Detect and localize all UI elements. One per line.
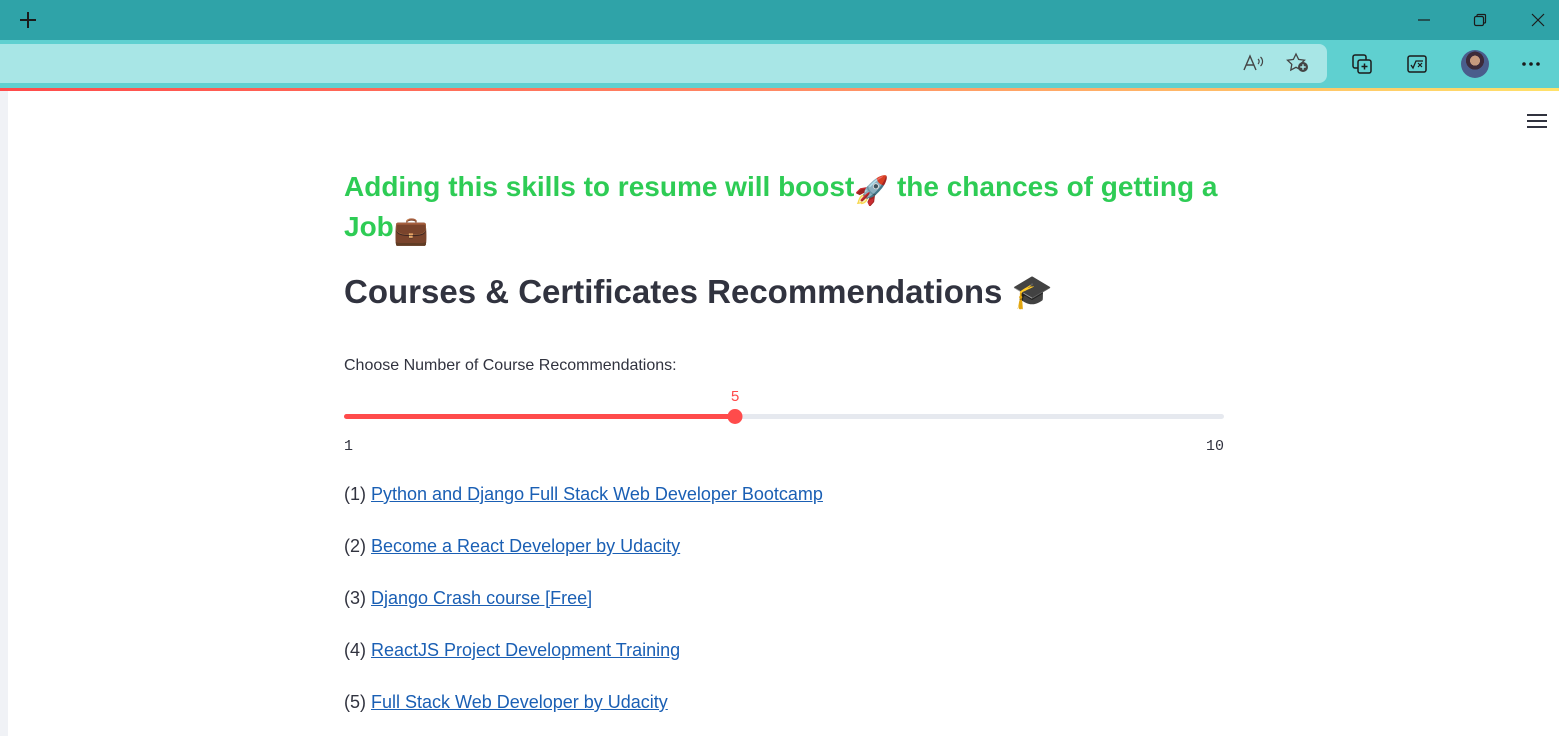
minimize-icon bbox=[1418, 19, 1430, 21]
course-link[interactable]: Django Crash course [Free] bbox=[371, 588, 592, 608]
address-bar[interactable] bbox=[0, 44, 1327, 83]
restore-button[interactable] bbox=[1452, 0, 1508, 40]
course-index: (2) bbox=[344, 536, 366, 556]
read-aloud-button[interactable] bbox=[1238, 49, 1268, 77]
course-item: (5) Full Stack Web Developer by Udacity bbox=[344, 692, 668, 713]
close-button[interactable] bbox=[1510, 0, 1559, 40]
restore-icon bbox=[1473, 13, 1487, 27]
course-item: (3) Django Crash course [Free] bbox=[344, 588, 592, 609]
hamburger-icon-line bbox=[1527, 120, 1547, 122]
collections-icon bbox=[1352, 54, 1372, 74]
more-button[interactable] bbox=[1516, 50, 1546, 78]
course-link[interactable]: Full Stack Web Developer by Udacity bbox=[371, 692, 668, 712]
course-item: (4) ReactJS Project Development Training bbox=[344, 640, 680, 661]
add-favorite-icon bbox=[1286, 52, 1308, 72]
course-index: (4) bbox=[344, 640, 366, 660]
hamburger-icon bbox=[1527, 114, 1547, 116]
course-index: (1) bbox=[344, 484, 366, 504]
slider-min-label: 1 bbox=[344, 438, 354, 455]
add-favorite-button[interactable] bbox=[1283, 49, 1313, 77]
course-link[interactable]: Python and Django Full Stack Web Develop… bbox=[371, 484, 823, 504]
course-link[interactable]: ReactJS Project Development Training bbox=[371, 640, 680, 660]
slider-thumb[interactable] bbox=[727, 409, 743, 424]
read-aloud-icon bbox=[1243, 54, 1264, 71]
hamburger-icon-line bbox=[1527, 126, 1547, 128]
profile-avatar[interactable] bbox=[1461, 50, 1489, 78]
section-title: Courses & Certificates Recommendations 🎓 bbox=[344, 271, 1053, 313]
headline-text-1: Adding this skills to resume will boost bbox=[344, 171, 855, 202]
browser-titlebar bbox=[0, 0, 1559, 40]
course-item: (1) Python and Django Full Stack Web Dev… bbox=[344, 484, 823, 505]
more-icon bbox=[1522, 62, 1540, 66]
slider-fill bbox=[344, 414, 736, 419]
course-index: (5) bbox=[344, 692, 366, 712]
slider-value-label: 5 bbox=[730, 389, 740, 406]
new-tab-button[interactable] bbox=[10, 4, 46, 36]
course-link[interactable]: Become a React Developer by Udacity bbox=[371, 536, 680, 556]
section-title-text: Courses & Certificates Recommendations bbox=[344, 273, 1003, 310]
sidebar-edge bbox=[0, 91, 8, 736]
slider-track[interactable] bbox=[344, 414, 1224, 419]
slider-max-label: 10 bbox=[1205, 438, 1224, 455]
collections-button[interactable] bbox=[1347, 50, 1377, 78]
headline: Adding this skills to resume will boost🚀… bbox=[344, 169, 1224, 249]
minimize-button[interactable] bbox=[1396, 0, 1452, 40]
math-solver-button[interactable] bbox=[1402, 50, 1432, 78]
app-decoration-stripe bbox=[0, 88, 1559, 91]
graduation-cap-icon: 🎓 bbox=[1011, 273, 1053, 310]
course-index: (3) bbox=[344, 588, 366, 608]
slider-label: Choose Number of Course Recommendations: bbox=[344, 357, 677, 374]
browser-toolbar bbox=[0, 40, 1559, 88]
plus-icon bbox=[20, 12, 36, 28]
rocket-icon: 🚀 bbox=[854, 175, 890, 206]
hamburger-menu-button[interactable] bbox=[1520, 106, 1554, 136]
close-icon bbox=[1531, 13, 1545, 27]
course-item: (2) Become a React Developer by Udacity bbox=[344, 536, 680, 557]
briefcase-icon: 💼 bbox=[393, 215, 429, 246]
math-solver-icon bbox=[1407, 55, 1427, 73]
